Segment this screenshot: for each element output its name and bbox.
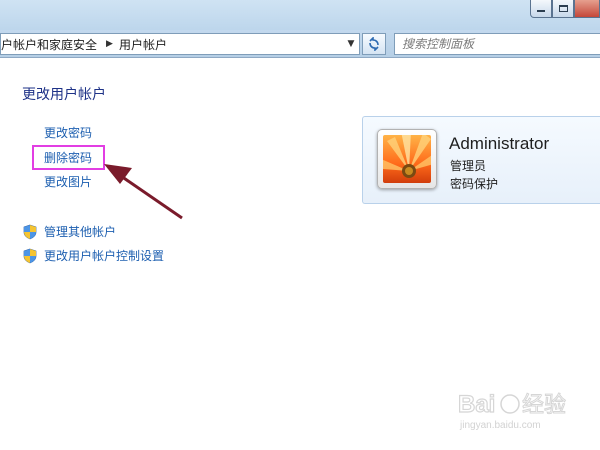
- breadcrumb-item-user-accounts[interactable]: 用户帐户: [119, 36, 170, 53]
- account-name: Administrator: [449, 134, 550, 153]
- svg-text:经验: 经验: [522, 393, 566, 418]
- window-controls: [530, 0, 600, 18]
- refresh-button[interactable]: [362, 33, 386, 55]
- account-panel: Administrator 管理员 密码保护: [362, 116, 600, 204]
- chevron-down-icon[interactable]: ▼: [343, 34, 359, 54]
- refresh-icon: [369, 37, 379, 51]
- address-bar-row: 户帐户和家庭安全 ▶ 用户帐户 ▼: [0, 30, 600, 58]
- chevron-right-icon[interactable]: ▶: [106, 39, 113, 49]
- baidu-jingyan-logo: Bai 经验: [458, 390, 567, 418]
- change-password-link[interactable]: 更改密码: [44, 124, 92, 141]
- account-role: 管理员: [450, 159, 487, 173]
- baidu-watermark: Bai 经验 jingyan.baidu.com: [458, 388, 598, 438]
- avatar-flower-picture: [383, 135, 431, 183]
- svg-text:Bai: Bai: [458, 391, 495, 418]
- manage-accounts-label: 管理其他帐户: [44, 225, 117, 239]
- search-input[interactable]: [402, 37, 600, 51]
- annotation-arrow-icon: [104, 164, 183, 220]
- close-button[interactable]: [574, 0, 600, 18]
- minimize-icon: [537, 10, 545, 12]
- breadcrumb[interactable]: 户帐户和家庭安全 ▶ 用户帐户 ▼: [0, 33, 360, 55]
- minimize-button[interactable]: [530, 0, 552, 18]
- maximize-button[interactable]: [552, 0, 574, 18]
- window-titlebar: [0, 0, 600, 30]
- uac-settings-label: 更改用户帐户控制设置: [44, 249, 165, 263]
- uac-shield-icon: [23, 248, 37, 263]
- breadcrumb-item-family-safety[interactable]: 户帐户和家庭安全: [1, 36, 100, 53]
- change-picture-link[interactable]: 更改图片: [44, 173, 92, 190]
- watermark-domain: jingyan.baidu.com: [460, 420, 541, 431]
- flower-icon: [383, 135, 431, 183]
- page-title: 更改用户帐户: [22, 87, 106, 103]
- uac-settings-link[interactable]: 更改用户帐户控制设置: [22, 247, 164, 264]
- account-password-status: 密码保护: [450, 177, 499, 191]
- avatar[interactable]: [377, 129, 437, 189]
- maximize-icon: [558, 5, 568, 12]
- uac-shield-icon: [23, 224, 37, 239]
- search-box[interactable]: [394, 33, 600, 55]
- manage-accounts-link[interactable]: 管理其他帐户: [22, 223, 116, 240]
